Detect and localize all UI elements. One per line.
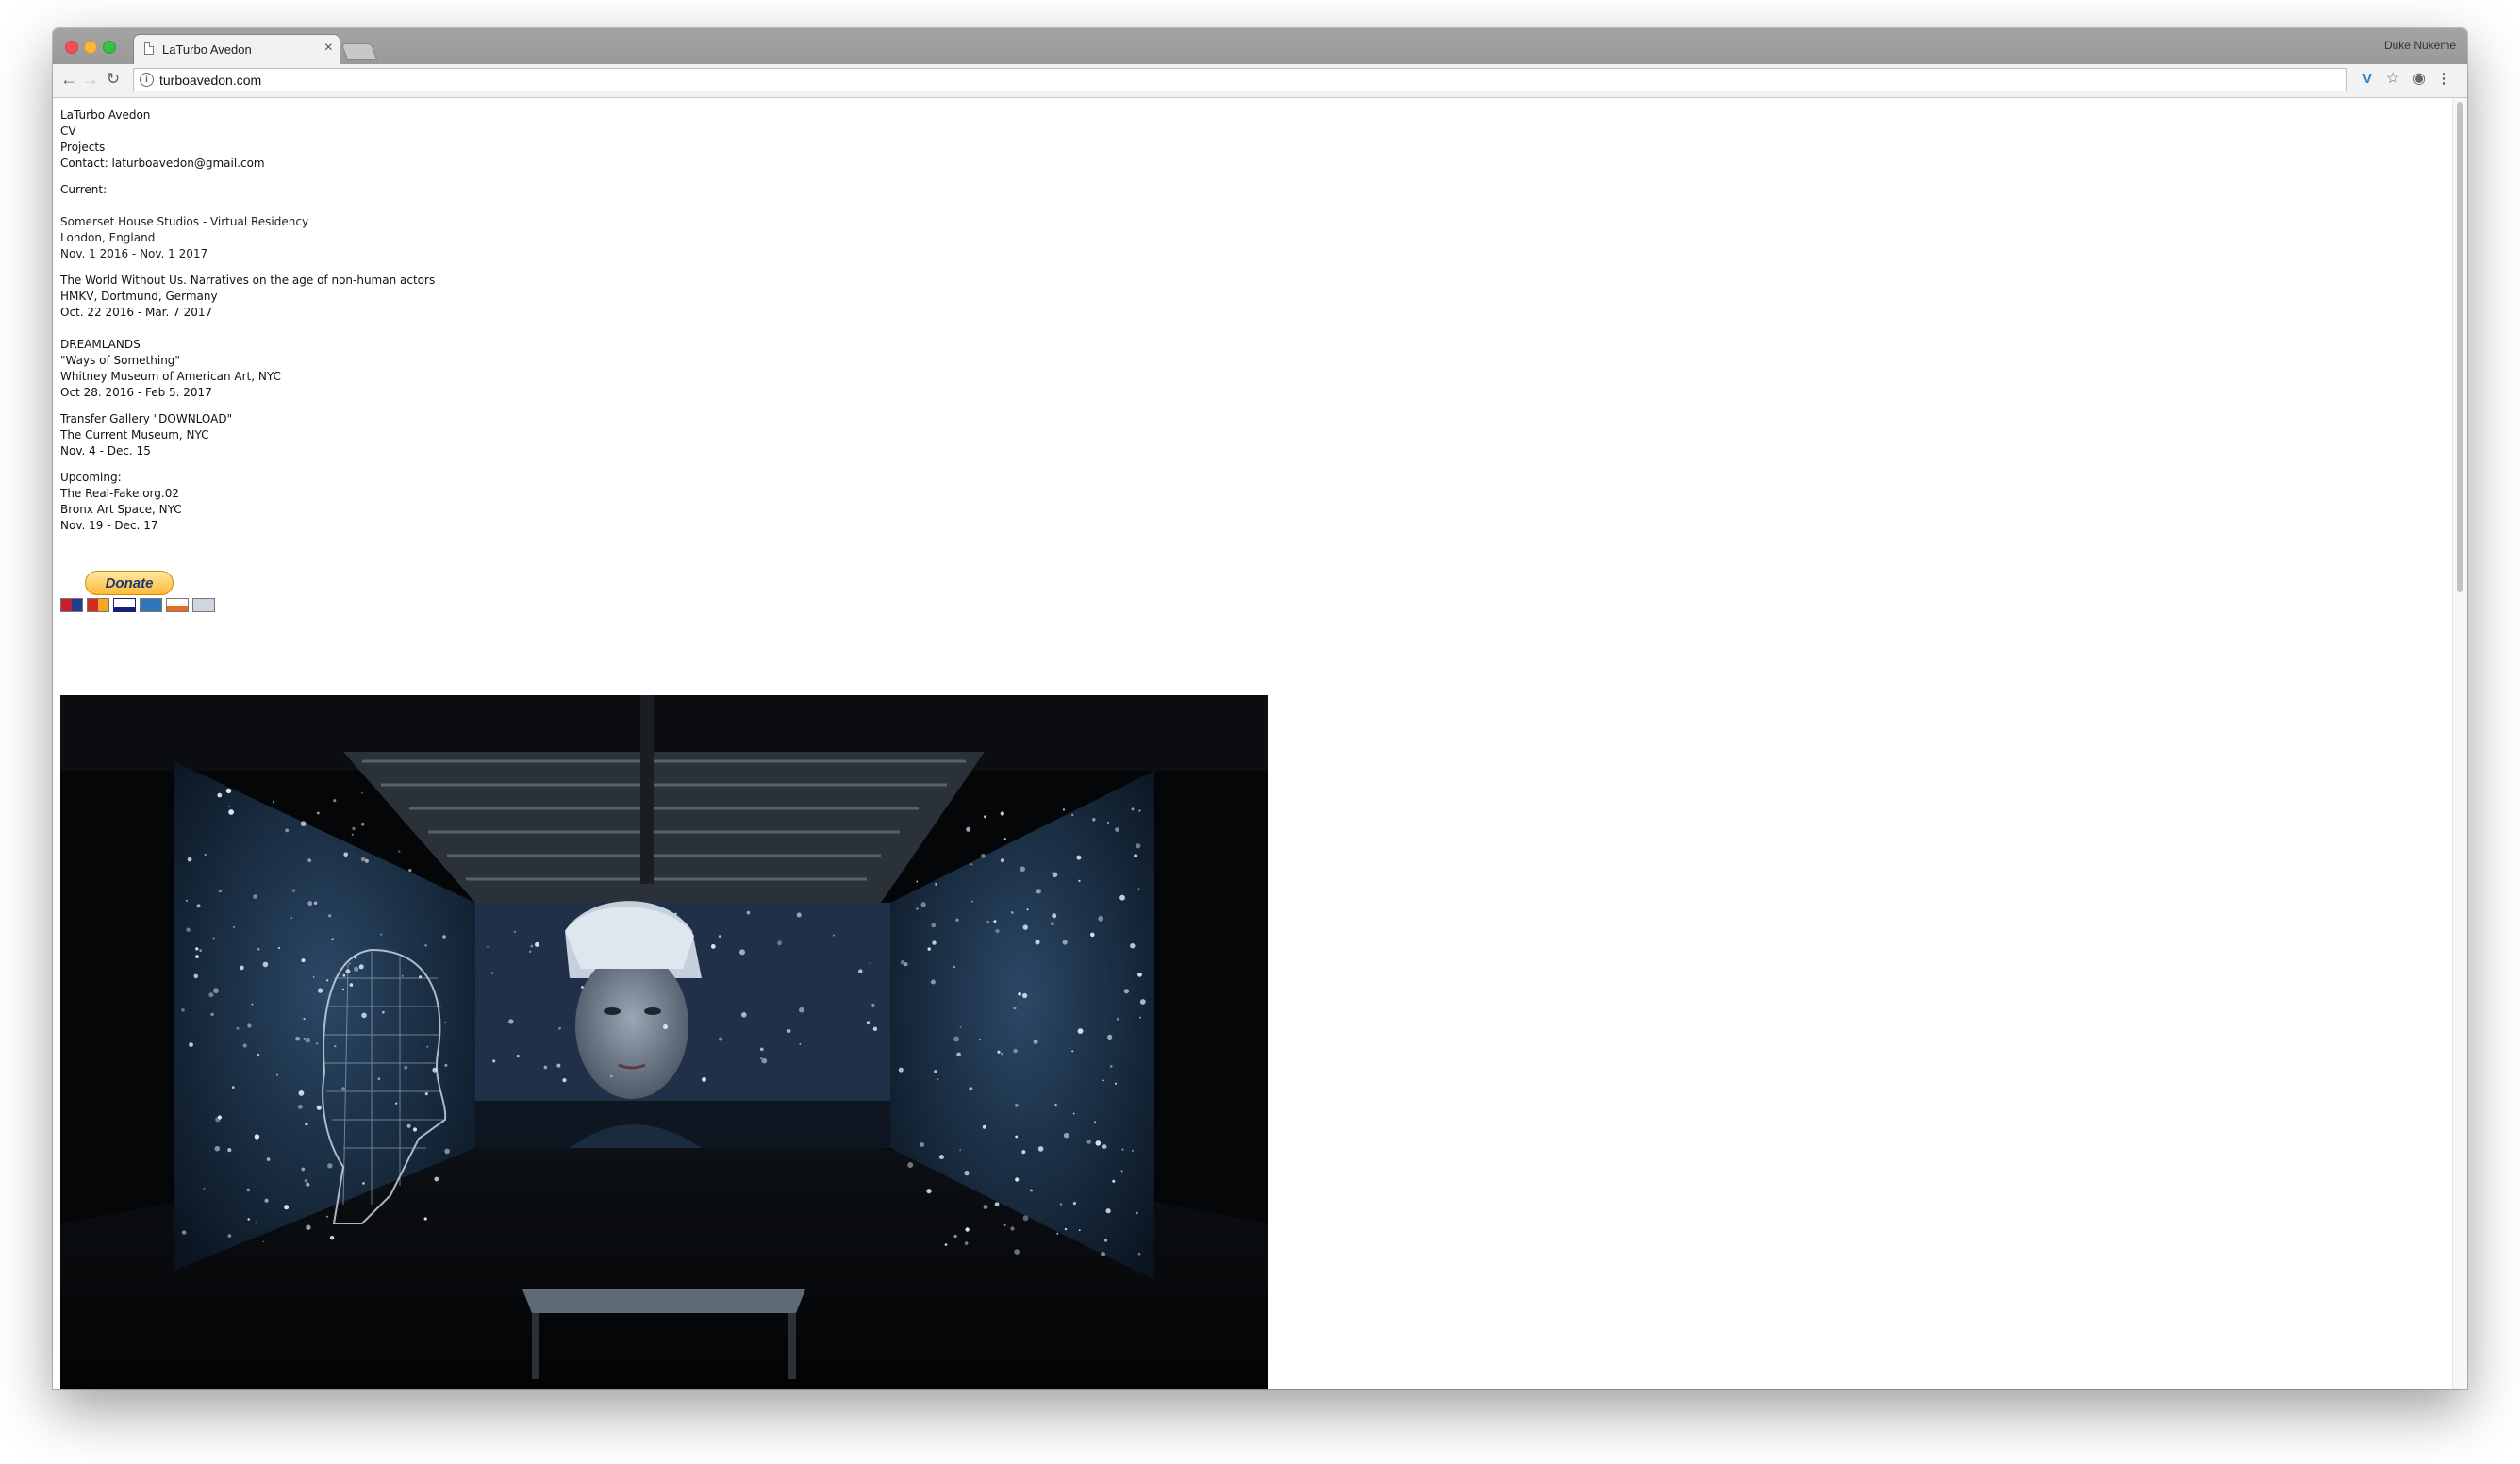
visa-icon [113,598,136,612]
page-viewport: LaTurbo Avedon CV Projects Contact: latu… [53,98,2452,1389]
exhibition-dates: Oct 28. 2016 - Feb 5. 2017 [60,386,212,399]
info-icon[interactable]: i [140,73,154,87]
nav-link-projects[interactable]: Projects [60,140,435,156]
exhibition-venue: London, England [60,231,156,244]
exhibition-venue: HMKV, Dortmund, Germany [60,290,218,303]
exhibition-venue: The Current Museum, NYC [60,428,209,441]
maximize-window-button[interactable] [103,41,116,54]
new-tab-button[interactable] [342,44,376,59]
forward-arrow-icon[interactable]: → [79,68,102,91]
exhibition-item: DREAMLANDS "Ways of Something" Whitney M… [60,337,435,401]
browser-tab[interactable]: LaTurbo Avedon × [134,35,340,64]
vertical-scrollbar[interactable] [2452,98,2467,1389]
mastercard-icon [60,598,83,612]
exhibition-dates: Oct. 22 2016 - Mar. 7 2017 [60,306,213,319]
discover-icon [166,598,189,612]
exhibition-venue: Bronx Art Space, NYC [60,503,182,516]
minimize-window-button[interactable] [84,41,97,54]
url-text[interactable]: turboavedon.com [159,73,261,88]
close-window-button[interactable] [65,41,78,54]
contact-email[interactable]: Contact: laturboavedon@gmail.com [60,156,435,172]
exhibition-dates: Nov. 1 2016 - Nov. 1 2017 [60,247,208,260]
reload-icon[interactable]: ↻ [102,68,124,91]
bank-card-icon [192,598,215,612]
exhibition-title: The Real-Fake.org.02 [60,487,179,500]
exhibition-item: Somerset House Studios - Virtual Residen… [60,214,435,262]
address-bar[interactable]: i turboavedon.com [133,68,2347,92]
current-heading: Current: [60,183,108,196]
exhibition-title: DREAMLANDS [60,338,141,351]
extension-icon[interactable]: V [2357,69,2378,90]
exhibition-item: The World Without Us. Narratives on the … [60,273,435,321]
back-arrow-icon[interactable]: ← [58,68,80,91]
browser-window: LaTurbo Avedon × Duke Nukeme ← → ↻ i tur… [53,28,2467,1389]
payment-cards [60,598,435,612]
exhibition-title: The World Without Us. Narratives on the … [60,274,436,287]
amex-icon [140,598,162,612]
tab-close-icon[interactable]: × [324,40,333,57]
tab-title: LaTurbo Avedon [162,42,252,57]
installation-photo-drawing [60,695,1268,1389]
installation-photo [60,695,1268,1389]
exhibition-title: Somerset House Studios - Virtual Residen… [60,215,309,228]
profile-name[interactable]: Duke Nukeme [2384,39,2456,52]
site-title: LaTurbo Avedon [60,108,151,122]
title-bar: LaTurbo Avedon × Duke Nukeme [53,28,2467,64]
kebab-menu-icon[interactable]: ⋮ [2433,69,2454,90]
maestro-icon [87,598,109,612]
scrollbar-thumb[interactable] [2457,102,2463,592]
exhibition-subtitle: "Ways of Something" [60,354,180,367]
site-nav: CV Projects Contact: laturboavedon@gmail… [60,124,435,172]
exhibition-title: Transfer Gallery "DOWNLOAD" [60,412,233,425]
exhibition-dates: Nov. 4 - Dec. 15 [60,444,151,458]
donate-button[interactable]: Donate [85,571,174,595]
extension-shield-icon[interactable]: ◉ [2409,69,2429,90]
paypal-donate: Donate [60,571,435,612]
exhibition-venue: Whitney Museum of American Art, NYC [60,370,281,383]
exhibition-dates: Nov. 19 - Dec. 17 [60,519,158,532]
nav-link-cv[interactable]: CV [60,124,435,140]
browser-toolbar: ← → ↻ i turboavedon.com V ☆ ◉ ⋮ [53,64,2467,98]
page-content: LaTurbo Avedon CV Projects Contact: latu… [60,108,435,612]
page-icon [144,42,154,55]
upcoming-heading: Upcoming: [60,471,122,484]
exhibition-item: The Real-Fake.org.02 Bronx Art Space, NY… [60,486,435,534]
exhibition-item: Transfer Gallery "DOWNLOAD" The Current … [60,411,435,459]
star-icon[interactable]: ☆ [2382,69,2403,90]
